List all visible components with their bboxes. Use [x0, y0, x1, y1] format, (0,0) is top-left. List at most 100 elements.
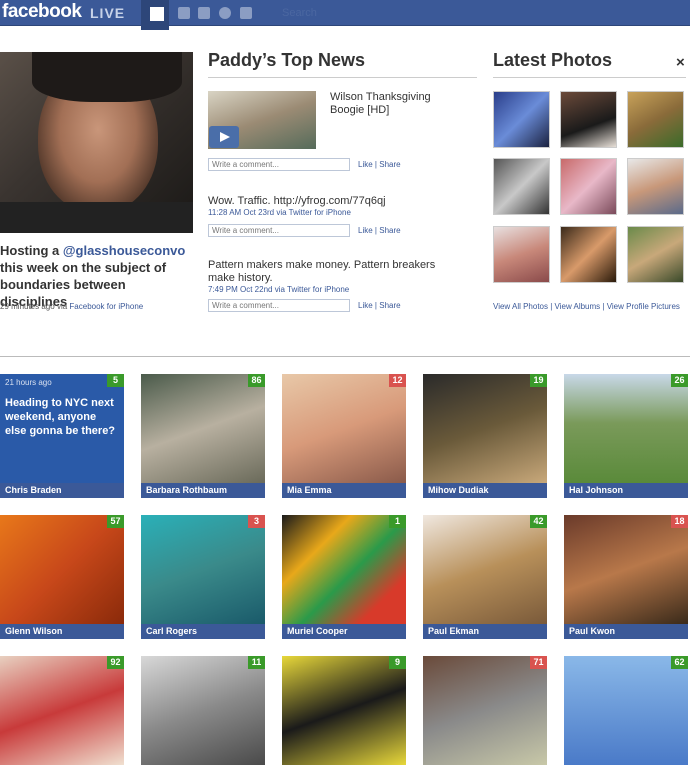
like-link[interactable]: Like — [358, 301, 373, 310]
news-item-text: Pattern makers make money. Pattern break… — [208, 259, 436, 284]
play-icon[interactable] — [209, 126, 239, 148]
friend-card[interactable]: 18 Paul Kwon — [564, 515, 688, 639]
search-input[interactable]: Search — [282, 7, 317, 19]
like-share-links: Like | Share — [358, 226, 401, 235]
friend-card-photo — [141, 374, 265, 483]
messages-icon[interactable] — [198, 7, 210, 19]
friend-card-photo — [423, 515, 547, 624]
featured-status: Hosting a @glasshouseconvo this week on … — [0, 243, 186, 309]
news-item-meta: 11:28 AM Oct 23rd via Twitter for iPhone — [208, 208, 351, 217]
share-link[interactable]: Share — [379, 160, 400, 169]
status-text: Heading to NYC next weekend, anyone else… — [5, 397, 116, 437]
friend-card[interactable]: 92 — [0, 656, 124, 780]
friend-card-photo — [282, 515, 406, 624]
friend-card[interactable]: 86 Barbara Rothbaum — [141, 374, 265, 498]
like-share-links: Like | Share — [358, 160, 401, 169]
friend-name[interactable]: Barbara Rothbaum — [141, 483, 265, 498]
featured-profile-photo[interactable] — [0, 52, 193, 233]
share-link[interactable]: Share — [379, 226, 400, 235]
photos-divider — [493, 77, 686, 78]
like-share-links: Like | Share — [358, 301, 401, 310]
friend-card[interactable]: 1 Muriel Cooper — [282, 515, 406, 639]
friend-card-photo — [564, 515, 688, 624]
friend-name[interactable]: Muriel Cooper — [282, 624, 406, 639]
photo-thumbnail[interactable] — [627, 91, 684, 148]
apps-icon[interactable] — [240, 7, 252, 19]
featured-meta: 29 minutes ago via Facebook for iPhone — [0, 302, 144, 311]
news-item-text: Wow. Traffic. http://yfrog.com/77q6qj — [208, 195, 386, 207]
status-time: 21 hours ago — [5, 378, 52, 387]
photo-links[interactable]: View All Photos | View Albums | View Pro… — [493, 302, 680, 311]
friend-name[interactable]: Mihow Dudiak — [423, 483, 547, 498]
friend-name[interactable]: Glenn Wilson — [0, 624, 124, 639]
photo-thumbnail[interactable] — [627, 226, 684, 283]
friend-card-photo — [141, 515, 265, 624]
friend-card-photo — [423, 374, 547, 483]
comment-input[interactable]: Write a comment... — [208, 224, 350, 237]
friend-name[interactable]: Hal Johnson — [564, 483, 688, 498]
friend-card-photo — [564, 374, 688, 483]
friend-name[interactable]: Mia Emma — [282, 483, 406, 498]
friend-card-photo — [423, 656, 547, 765]
photo-thumbnail[interactable] — [627, 158, 684, 215]
count-badge: 57 — [107, 515, 124, 528]
count-badge: 26 — [671, 374, 688, 387]
section-divider — [0, 356, 690, 357]
photo-thumbnail[interactable] — [560, 91, 617, 148]
friend-card[interactable]: 9 — [282, 656, 406, 780]
latest-photos-title: Latest Photos — [493, 50, 613, 70]
news-divider — [208, 77, 477, 78]
friend-name[interactable]: Paul Kwon — [564, 624, 688, 639]
friend-card[interactable]: 57 Glenn Wilson — [0, 515, 124, 639]
friend-card[interactable]: 71 — [423, 656, 547, 780]
share-link[interactable]: Share — [379, 301, 400, 310]
count-badge: 92 — [107, 656, 124, 669]
photo-thumbnail[interactable] — [560, 226, 617, 283]
count-badge: 9 — [389, 656, 406, 669]
live-label: LIVE — [90, 5, 126, 21]
count-badge: 42 — [530, 515, 547, 528]
friend-card[interactable]: 19 Mihow Dudiak — [423, 374, 547, 498]
count-badge: 18 — [671, 515, 688, 528]
photo-thumbnail[interactable] — [493, 91, 550, 148]
friend-card[interactable]: 62 — [564, 656, 688, 780]
comment-input[interactable]: Write a comment... — [208, 299, 350, 312]
friends-icon[interactable] — [178, 7, 190, 19]
count-badge: 71 — [530, 656, 547, 669]
friend-card-photo — [0, 656, 124, 765]
count-badge: 19 — [530, 374, 547, 387]
top-bar: facebook LIVE Search — [0, 0, 690, 30]
count-badge: 5 — [107, 374, 124, 387]
friend-name[interactable]: Chris Braden — [0, 483, 124, 498]
home-tab[interactable] — [141, 0, 169, 30]
friend-card[interactable]: 42 Paul Ekman — [423, 515, 547, 639]
top-news-title: Paddy’s Top News — [208, 50, 366, 70]
status-mention-link[interactable]: @glasshouseconvo — [63, 243, 185, 258]
like-link[interactable]: Like — [358, 160, 373, 169]
friend-card[interactable]: 26 Hal Johnson — [564, 374, 688, 498]
news-item-text: Wilson Thanksgiving Boogie [HD] — [330, 91, 431, 116]
globe-icon[interactable] — [219, 7, 231, 19]
photo-thumbnail[interactable] — [493, 226, 550, 283]
friend-card[interactable]: 11 — [141, 656, 265, 780]
count-badge: 11 — [248, 656, 265, 669]
friend-card[interactable]: 12 Mia Emma — [282, 374, 406, 498]
friend-card[interactable]: 3 Carl Rogers — [141, 515, 265, 639]
count-badge: 3 — [248, 515, 265, 528]
count-badge: 86 — [248, 374, 265, 387]
count-badge: 1 — [389, 515, 406, 528]
facebook-logo[interactable]: facebook — [2, 1, 82, 23]
count-badge: 62 — [671, 656, 688, 669]
close-icon[interactable]: × — [676, 54, 685, 71]
featured-source-link[interactable]: Facebook for iPhone — [69, 302, 143, 311]
comment-input[interactable]: Write a comment... — [208, 158, 350, 171]
news-item-meta: 7:49 PM Oct 22nd via Twitter for iPhone — [208, 285, 350, 294]
photo-thumbnail[interactable] — [493, 158, 550, 215]
friend-name[interactable]: Carl Rogers — [141, 624, 265, 639]
friend-name[interactable]: Paul Ekman — [423, 624, 547, 639]
photo-thumbnail[interactable] — [560, 158, 617, 215]
friend-card[interactable]: 21 hours ago Heading to NYC next weekend,… — [0, 374, 124, 498]
friend-card-photo — [141, 656, 265, 765]
friend-card-photo — [282, 656, 406, 765]
like-link[interactable]: Like — [358, 226, 373, 235]
